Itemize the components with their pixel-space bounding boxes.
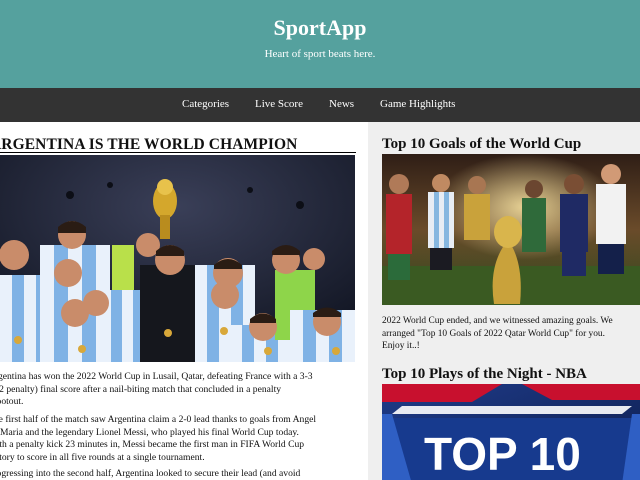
- article-paragraph: Progressing into the second half, Argent…: [0, 468, 301, 479]
- main-article: ARGENTINA IS THE WORLD CHAMPION Argentin…: [0, 122, 368, 480]
- celebration-photo: [0, 155, 355, 362]
- card-title-nba-plays[interactable]: Top 10 Plays of the Night - NBA: [382, 366, 587, 383]
- top-10-text: TOP 10: [424, 428, 581, 480]
- article-paragraph: Argentina has won the 2022 World Cup in …: [0, 371, 313, 407]
- nav-categories[interactable]: Categories: [182, 98, 229, 110]
- article-paragraph: The first half of the match saw Argentin…: [0, 414, 317, 463]
- article-hero-image[interactable]: [0, 155, 355, 362]
- app-tagline: Heart of sport beats here.: [264, 48, 376, 60]
- nav-live-score[interactable]: Live Score: [255, 98, 303, 110]
- main-navbar: Categories Live Score News Game Highligh…: [0, 88, 640, 122]
- sidebar: Top 10 Goals of the World Cup 2022 World…: [368, 122, 640, 480]
- app-title: SportApp: [273, 15, 367, 40]
- card-thumbnail-nba-plays[interactable]: TOP 10: [382, 384, 640, 480]
- nav-news[interactable]: News: [329, 98, 354, 110]
- card-title-top-goals[interactable]: Top 10 Goals of the World Cup: [382, 136, 581, 153]
- top-10-graphic: TOP 10: [382, 384, 640, 480]
- nav-game-highlights[interactable]: Game Highlights: [380, 98, 455, 110]
- soccer-players-image: [382, 154, 640, 305]
- card-description-top-goals: 2022 World Cup ended, and we witnessed a…: [382, 316, 613, 351]
- headline-divider: [0, 152, 356, 153]
- site-header: SportApp Heart of sport beats here.: [0, 0, 640, 88]
- card-thumbnail-top-goals[interactable]: [382, 154, 640, 305]
